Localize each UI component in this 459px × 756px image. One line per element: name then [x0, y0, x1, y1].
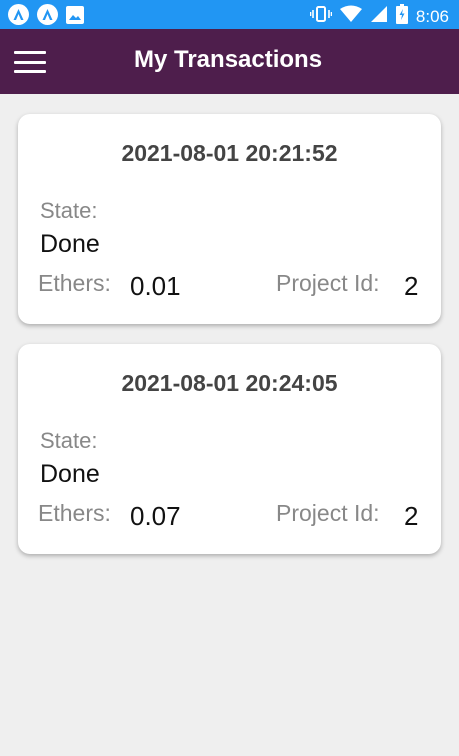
- project-id-label: Project Id:: [276, 270, 380, 296]
- state-label: State:: [40, 198, 98, 223]
- state-label: State:: [40, 428, 98, 453]
- project-id-label: Project Id:: [276, 500, 380, 526]
- wifi-icon: [339, 5, 362, 28]
- status-bar-notifications: [8, 4, 84, 25]
- project-id-value: 2: [404, 271, 419, 301]
- page-title: My Transactions: [134, 46, 323, 73]
- ethers-value: 0.07: [130, 501, 181, 531]
- ethers-label: Ethers:: [38, 270, 111, 296]
- project-id-value: 2: [404, 501, 419, 531]
- state-value: Done: [40, 460, 100, 488]
- image-icon: [66, 5, 84, 24]
- status-time: 8:06: [415, 7, 449, 26]
- state-value: Done: [40, 230, 100, 258]
- app-notification-icon: [37, 4, 58, 25]
- battery-icon: [395, 4, 408, 29]
- hamburger-menu-icon[interactable]: [14, 51, 46, 73]
- transaction-date: 2021-08-01 20:21:52: [121, 140, 338, 166]
- app-bar: My Transactions: [0, 29, 459, 94]
- vibrate-icon: [309, 5, 333, 28]
- ethers-value: 0.01: [130, 271, 181, 301]
- transaction-card[interactable]: 2021-08-01 20:21:52 State: Done Ethers: …: [18, 114, 441, 324]
- ethers-label: Ethers:: [38, 500, 111, 526]
- app-notification-icon: [8, 4, 29, 25]
- status-bar-system: 8:06: [309, 4, 449, 29]
- status-bar: 8:06: [0, 0, 459, 29]
- signal-icon: [370, 5, 388, 28]
- transaction-date: 2021-08-01 20:24:05: [121, 370, 338, 396]
- transaction-card[interactable]: 2021-08-01 20:24:05 State: Done Ethers: …: [18, 344, 441, 554]
